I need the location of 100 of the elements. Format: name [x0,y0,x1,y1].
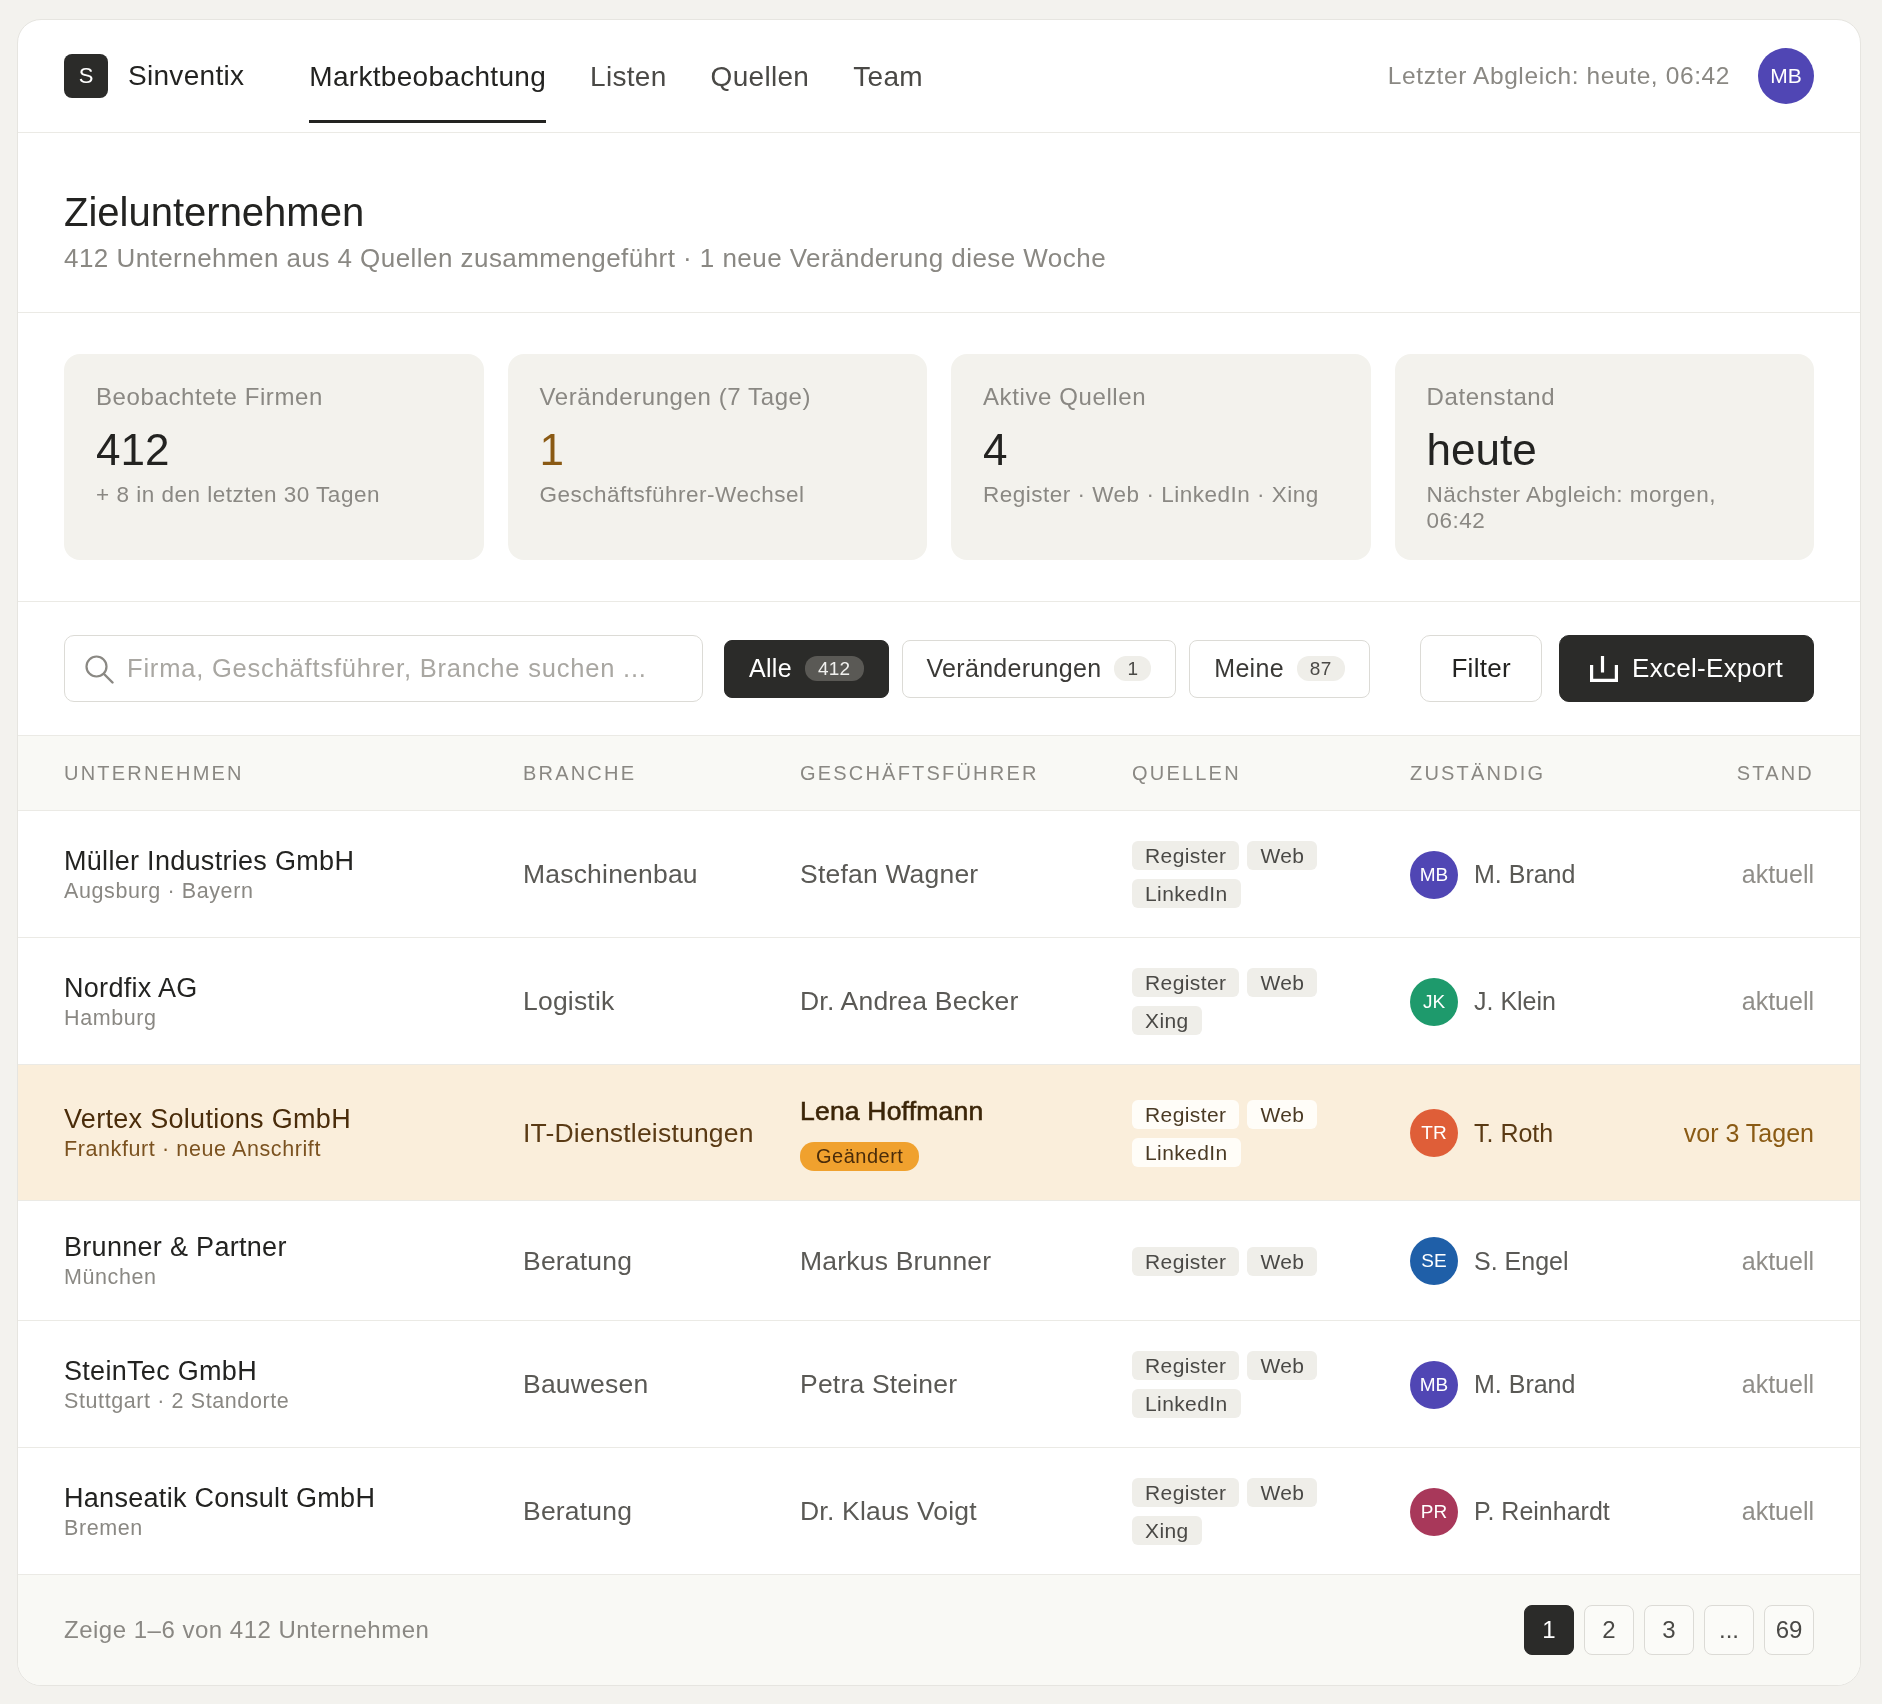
stat-label: Aktive Quellen [983,382,1148,412]
column-header: GESCHÄFTSFÜHRER [800,761,1040,785]
source-tag: Web [1247,1099,1318,1129]
page-button[interactable]: 2 [1584,1605,1634,1655]
change-badge: Geändert [800,1142,920,1171]
status-cell: aktuell [1741,987,1814,1016]
company-name: Hanseatik Consult GmbH [64,1481,376,1514]
stat-value: heute [1426,424,1538,476]
source-tag: Register [1132,841,1240,870]
company-location: Bremen [64,1514,143,1542]
assignee-avatar: MB [1410,850,1458,899]
company-name: Brunner & Partner [64,1231,287,1263]
filter-button[interactable]: Filter [1420,635,1542,702]
stat-note: Nächster Abgleich: morgen, 06:42 [1426,482,1717,534]
company-location: München [64,1264,157,1291]
filter-chip[interactable]: Meine 87 [1189,639,1370,698]
company-name: Müller Industries GmbH [64,844,355,877]
assignee-name: M. Brand [1474,860,1576,889]
app-logo[interactable]: S [64,54,108,98]
director-name: Petra Steiner [800,1368,958,1401]
source-tag: Register [1132,1351,1240,1380]
stat-label: Beobachtete Firmen [96,382,324,412]
source-tag: LinkedIn [1132,879,1241,908]
industry-cell: IT-Dienstleistungen [523,1117,754,1149]
assignee-avatar: MB [1410,1360,1458,1409]
director-name: Stefan Wagner [800,858,979,891]
source-tag: LinkedIn [1132,1137,1241,1167]
user-avatar[interactable]: MB [1758,48,1814,104]
nav-tab[interactable]: Quellen [710,33,810,123]
column-header: BRANCHE [523,761,638,785]
company-location: Stuttgart · 2 Standorte [64,1387,290,1415]
count-badge: 412 [804,656,864,681]
source-tag: Register [1132,1099,1240,1129]
company-location: Frankfurt · neue Anschrift [64,1136,321,1163]
company-name: Vertex Solutions GmbH [64,1103,351,1135]
search-field[interactable]: Firma, Geschäftsführer, Branche suchen ... [64,635,703,702]
page-subtitle: 412 Unternehmen aus 4 Quellen zusammengeführt · 1 neue Veränderung diese Woche [64,243,1108,273]
assignee-name: P. Reinhardt [1474,1497,1610,1526]
industry-cell: Beratung [523,1245,633,1277]
nav-tab[interactable]: Team [853,33,923,123]
company-location: Hamburg [64,1004,157,1032]
status-cell: aktuell [1741,1497,1814,1526]
table-row[interactable]: Vertex Solutions GmbH Frankfurt · neue Anschrift IT-Dienstleistungen Lena Hoffmann Geändert Register Web LinkedIn TR T. Roth vor 3 Tagen [18,1065,1860,1201]
page-button[interactable]: 69 [1764,1605,1814,1655]
stat-value: 412 [96,424,171,476]
source-tag: Web [1247,1351,1318,1380]
status-cell: aktuell [1741,860,1814,889]
director-name: Dr. Andrea Becker [800,985,1019,1018]
status-cell: aktuell [1741,1246,1814,1276]
stat-value: 4 [983,424,1009,476]
status-cell: vor 3 Tagen [1683,1118,1814,1148]
industry-cell: Beratung [523,1496,633,1527]
nav-tab[interactable]: Listen [590,33,667,123]
stat-label: Datenstand [1426,382,1557,412]
company-name: SteinTec GmbH [64,1354,257,1387]
director-name: Dr. Klaus Voigt [800,1495,977,1528]
tray-icon [1590,655,1618,682]
search-icon [84,654,114,684]
assignee-name: J. Klein [1474,987,1556,1016]
app-name: Sinventix [128,60,245,92]
assignee-avatar: TR [1410,1109,1458,1157]
stat-label: Veränderungen (7 Tage) [539,382,813,412]
assignee-name: M. Brand [1474,1370,1576,1399]
director-name: Markus Brunner [800,1244,992,1278]
column-header: UNTERNEHMEN [64,761,245,785]
pagination-summary: Zeige 1–6 von 412 Unternehmen [64,1616,430,1644]
source-tag: Register [1132,1246,1240,1276]
column-header: ZUSTÄNDIG [1410,761,1547,785]
page-button[interactable]: ... [1704,1605,1754,1655]
sync-status: Letzter Abgleich: heute, 06:42 [1387,62,1730,90]
page-button[interactable]: 3 [1644,1605,1694,1655]
source-tag: Register [1132,1478,1240,1507]
filter-chip[interactable]: Alle 412 [724,639,889,698]
count-badge: 87 [1296,656,1345,681]
source-tag: LinkedIn [1132,1389,1241,1418]
assignee-avatar: PR [1410,1487,1458,1536]
industry-cell: Bauwesen [523,1369,649,1400]
stat-value: 1 [539,424,565,476]
company-location: Augsburg · Bayern [64,877,254,905]
source-tag: Web [1247,841,1318,870]
column-header: STAND [1736,761,1814,785]
assignee-avatar: SE [1410,1237,1458,1285]
export-button[interactable]: Excel-Export [1559,635,1814,702]
nav-tab[interactable]: Marktbeobachtung [309,33,547,123]
stat-note: Register · Web · LinkedIn · Xing [983,482,1320,508]
source-tag: Register [1132,968,1240,997]
page-button[interactable]: 1 [1524,1605,1574,1655]
filter-chip[interactable]: Veränderungen 1 [901,639,1177,698]
source-tag: Web [1247,1478,1318,1507]
source-tag: Xing [1132,1006,1202,1035]
stat-note: + 8 in den letzten 30 Tagen [96,482,381,508]
stat-note: Geschäftsführer-Wechsel [539,482,806,508]
director-name: Lena Hoffmann [800,1095,984,1128]
column-header: QUELLEN [1132,761,1242,785]
count-badge: 1 [1114,656,1152,681]
source-tag: Xing [1132,1516,1202,1545]
industry-cell: Maschinenbau [523,859,698,890]
assignee-avatar: JK [1410,977,1458,1026]
company-name: Nordfix AG [64,971,198,1004]
industry-cell: Logistik [523,986,615,1017]
